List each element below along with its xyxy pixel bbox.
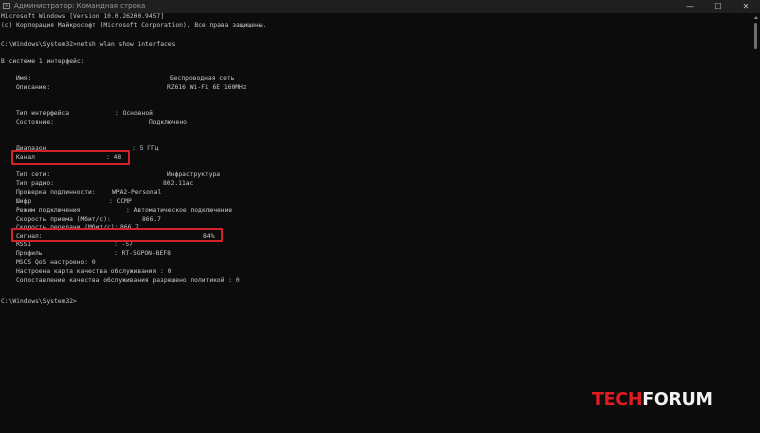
rx-rate-value: 866.7: [142, 216, 161, 223]
interface-type-value: : Основной: [115, 110, 153, 117]
radio-type-value: 802.11ac: [163, 180, 194, 187]
profile-value: : RT-5GPON-BEF8: [114, 250, 171, 257]
command-prompt[interactable]: C:\Windows\System32>: [1, 298, 77, 307]
description-value: RZ616 Wi-Fi 6E 160MHz: [167, 84, 247, 91]
console-output[interactable]: Microsoft Windows [Version 10.0.26200.94…: [0, 13, 752, 433]
profile-label: Профиль: [16, 250, 43, 257]
console-line: Описание: RZ616 Wi-Fi 6E 160MHz: [0, 84, 247, 93]
rssi-label: RSSI: [16, 241, 32, 248]
cipher-label: Шифр: [16, 198, 32, 205]
auth-label: Проверка подлинности:: [16, 189, 96, 196]
name-label: Имя:: [16, 75, 32, 82]
scroll-up-icon[interactable]: [754, 16, 758, 19]
rssi-value: : -57: [114, 241, 133, 248]
network-type-label: Тип сети:: [16, 171, 51, 178]
connection-mode-value: : Автоматическое подключение: [126, 207, 233, 214]
console-line: Режим подключения : Автоматическое подкл…: [0, 207, 232, 216]
version-text: Microsoft Windows [Version 10.0.26200.94…: [1, 13, 165, 20]
radio-type-label: Тип радио:: [16, 180, 54, 187]
interface-count: В системе 1 интерфейс:: [1, 58, 85, 65]
signal-highlight-box: [11, 228, 223, 242]
interface-type-label: Тип интерфейса: [16, 110, 70, 117]
description-label: Описание:: [16, 84, 51, 91]
channel-highlight-box: [11, 150, 130, 165]
state-label: Состояние:: [16, 119, 54, 126]
copyright-text: (c) Корпорация Майкрософт (Microsoft Cor…: [1, 22, 267, 29]
minimize-button[interactable]: —: [676, 0, 704, 13]
window-titlebar[interactable]: > Администратор: Командная строка — ☐ ✕: [0, 0, 760, 13]
vertical-scrollbar[interactable]: [752, 13, 760, 433]
name-value: Беспроводная сеть: [170, 75, 235, 82]
console-line: Профиль : RT-5GPON-BEF8: [0, 250, 171, 259]
console-line: Проверка подлинности: WPA2-Personal: [0, 189, 161, 198]
state-value: Подключено: [149, 119, 187, 126]
window-title: Администратор: Командная строка: [14, 2, 146, 10]
command-line: C:\Windows\System32>netsh wlan show inte…: [1, 41, 176, 48]
console-line: Тип радио: 802.11ac: [0, 180, 193, 189]
cipher-value: : CCMP: [109, 198, 132, 205]
scrollbar-thumb[interactable]: [754, 23, 757, 49]
logo-part-forum: FORUM: [642, 390, 713, 410]
connection-mode-label: Режим подключения: [16, 207, 81, 214]
qos-map-line: Настроена карта качества обслуживания : …: [16, 268, 172, 275]
console-line: Тип интерфейса : Основной: [0, 110, 153, 119]
logo-part-tech: TECH: [592, 390, 643, 410]
maximize-button[interactable]: ☐: [704, 0, 732, 13]
techforum-logo: TECHFORUM: [592, 388, 742, 412]
auth-value: WPA2-Personal: [112, 189, 162, 196]
console-line: Тип сети: Инфраструктура: [0, 171, 220, 180]
terminal-icon: >: [3, 3, 10, 9]
band-value: : 5 ГГц: [132, 145, 159, 152]
mscs-qos-line: MSCS QoS настроено: 0: [16, 259, 96, 266]
close-button[interactable]: ✕: [732, 0, 760, 13]
qos-policy-line: Сопоставление качества обслуживания разр…: [16, 277, 240, 284]
console-line: Имя: Беспроводная сеть: [0, 75, 234, 84]
console-line: Шифр : CCMP: [0, 198, 132, 207]
console-line: Состояние: Подключено: [0, 119, 187, 128]
console-line: RSSI : -57: [0, 241, 133, 250]
network-type-value: Инфраструктура: [167, 171, 221, 178]
